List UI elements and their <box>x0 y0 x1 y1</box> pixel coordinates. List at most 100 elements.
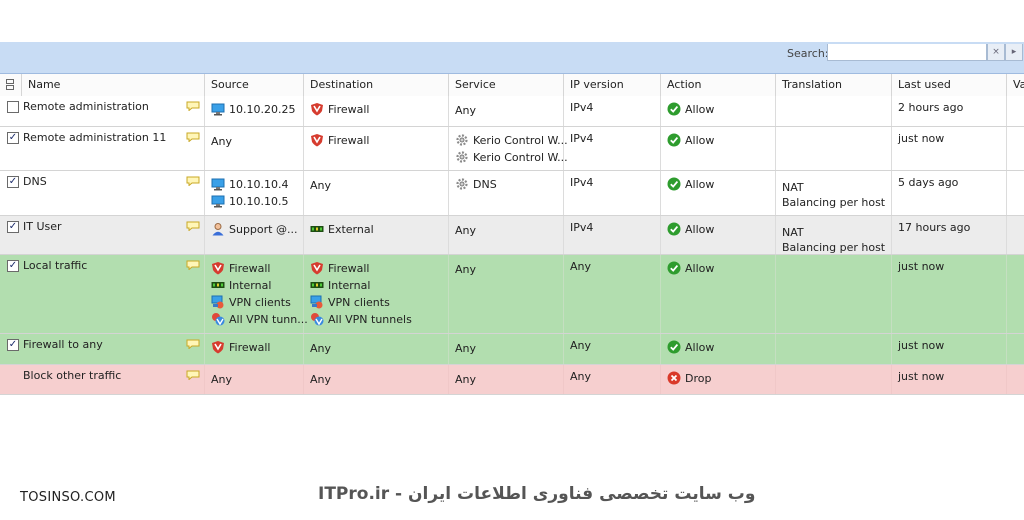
column-header-name[interactable]: Name <box>22 74 205 96</box>
translation-cell[interactable] <box>776 127 892 170</box>
source-cell[interactable]: Support @... <box>205 216 304 254</box>
destination-cell[interactable]: Firewall <box>304 96 449 126</box>
column-header-ip-version[interactable]: IP version <box>564 74 661 96</box>
action-cell[interactable]: Drop <box>661 365 776 394</box>
destination-cell[interactable]: Any <box>304 334 449 364</box>
ip-version-cell[interactable]: IPv4 <box>564 216 661 254</box>
source-item: Any <box>211 135 232 148</box>
source-cell[interactable]: Firewall <box>205 334 304 364</box>
translation-cell[interactable]: NAT Balancing per host <box>776 171 892 215</box>
search-input[interactable] <box>827 44 987 61</box>
destination-text: Any <box>310 179 332 192</box>
destination-cell[interactable]: External <box>304 216 449 254</box>
table-row[interactable]: Block other traffic Any Any Any Any Drop just … <box>0 365 1024 395</box>
action-item: Allow <box>667 177 714 191</box>
action-cell[interactable]: Allow <box>661 255 776 333</box>
rule-enabled-checkbox[interactable]: ✓ <box>7 339 19 351</box>
destination-cell[interactable]: Firewall Internal VPN clients All VPN tunne… <box>304 255 449 333</box>
service-cell[interactable]: Any <box>449 96 564 126</box>
table-row[interactable]: ✓ Local traffic Firewall Internal VPN client… <box>0 255 1024 334</box>
action-cell[interactable]: Allow <box>661 96 776 126</box>
translation-text: Balancing per host <box>782 241 886 254</box>
comment-note-icon[interactable] <box>186 339 200 352</box>
rule-name-cell[interactable]: Remote administration <box>0 96 205 126</box>
value-cell <box>1007 96 1024 126</box>
column-header-service[interactable]: Service <box>449 74 564 96</box>
translation-cell[interactable] <box>776 334 892 364</box>
search-clear-button[interactable]: × <box>987 44 1005 61</box>
vpn-clients-icon <box>211 295 225 309</box>
comment-note-icon[interactable] <box>186 260 200 273</box>
action-item: Allow <box>667 261 714 275</box>
comment-note-icon[interactable] <box>186 221 200 234</box>
source-text: 10.10.20.25 <box>229 102 296 116</box>
rule-name-cell[interactable]: Block other traffic <box>0 365 205 394</box>
column-header-destination[interactable]: Destination <box>304 74 449 96</box>
service-cell[interactable]: Any <box>449 216 564 254</box>
comment-note-icon[interactable] <box>186 132 200 145</box>
source-cell[interactable]: Any <box>205 365 304 394</box>
destination-cell[interactable]: Any <box>304 365 449 394</box>
service-cell[interactable]: DNS <box>449 171 564 215</box>
column-header-action[interactable]: Action <box>661 74 776 96</box>
comment-note-icon[interactable] <box>186 101 200 114</box>
rule-enabled-checkbox[interactable]: ✓ <box>7 221 19 233</box>
destination-cell[interactable]: Firewall <box>304 127 449 170</box>
column-chooser-icon[interactable] <box>0 74 22 96</box>
rule-enabled-checkbox[interactable]: ✓ <box>7 132 19 144</box>
action-cell[interactable]: Allow <box>661 334 776 364</box>
service-text: Any <box>455 263 477 276</box>
service-cell[interactable]: Any <box>449 255 564 333</box>
rule-name-cell[interactable]: ✓ DNS <box>0 171 205 215</box>
translation-cell[interactable]: NAT Balancing per host <box>776 216 892 254</box>
action-cell[interactable]: Allow <box>661 171 776 215</box>
rule-name-cell[interactable]: ✓ Local traffic <box>0 255 205 333</box>
service-cell[interactable]: Any <box>449 365 564 394</box>
value-cell <box>1007 171 1024 215</box>
source-cell[interactable]: 10.10.20.25 <box>205 96 304 126</box>
rule-name-cell[interactable]: ✓ IT User <box>0 216 205 254</box>
source-item: 10.10.10.4 <box>211 177 288 191</box>
rule-enabled-checkbox[interactable]: ✓ <box>7 260 19 272</box>
ip-version-cell[interactable]: Any <box>564 334 661 364</box>
rule-name-cell[interactable]: ✓ Remote administration 11 <box>0 127 205 170</box>
last-used-cell: 5 days ago <box>892 171 1007 215</box>
service-cell[interactable]: Kerio Control W... Kerio Control W... <box>449 127 568 170</box>
action-cell[interactable]: Allow <box>661 127 776 170</box>
table-row[interactable]: ✓ Remote administration 11 Any Firewall Keri… <box>0 127 1024 171</box>
source-cell[interactable]: Firewall Internal VPN clients All VPN tunn.… <box>205 255 308 333</box>
ip-version-cell[interactable]: IPv4 <box>564 171 661 215</box>
column-header-value[interactable]: Va <box>1007 74 1024 96</box>
rule-enabled-checkbox[interactable]: ✓ <box>7 176 19 188</box>
action-cell[interactable]: Allow <box>661 216 776 254</box>
ip-version-cell[interactable]: Any <box>564 255 661 333</box>
table-row[interactable]: ✓ DNS 10.10.10.4 10.10.10.5 Any DNS IPv4 Allow N… <box>0 171 1024 216</box>
source-cell[interactable]: 10.10.10.4 10.10.10.5 <box>205 171 304 215</box>
rule-name-text: Remote administration 11 <box>23 131 167 144</box>
rule-enabled-checkbox[interactable] <box>7 101 19 113</box>
translation-cell[interactable] <box>776 96 892 126</box>
destination-cell[interactable]: Any <box>304 171 449 215</box>
column-header-last-used[interactable]: Last used <box>892 74 1007 96</box>
column-header-translation[interactable]: Translation <box>776 74 892 96</box>
table-row[interactable]: ✓ Firewall to any Firewall Any Any Any Allow ju… <box>0 334 1024 365</box>
comment-note-icon[interactable] <box>186 176 200 189</box>
search-go-button[interactable]: ▸ <box>1005 44 1023 61</box>
value-cell <box>1007 255 1024 333</box>
table-row[interactable]: Remote administration 10.10.20.25 Firewall… <box>0 96 1024 127</box>
service-cell[interactable]: Any <box>449 334 564 364</box>
last-used-text: 17 hours ago <box>898 221 971 234</box>
column-header-source[interactable]: Source <box>205 74 304 96</box>
translation-cell[interactable] <box>776 365 892 394</box>
rule-name-cell[interactable]: ✓ Firewall to any <box>0 334 205 364</box>
ip-version-cell[interactable]: IPv4 <box>564 96 661 126</box>
ip-version-cell[interactable]: Any <box>564 365 661 394</box>
table-row[interactable]: ✓ IT User Support @... External Any IPv4 Allow… <box>0 216 1024 255</box>
translation-cell[interactable] <box>776 255 892 333</box>
comment-note-icon[interactable] <box>186 370 200 383</box>
destination-text: Any <box>310 373 332 386</box>
ip-version-cell[interactable]: IPv4 <box>564 127 661 170</box>
action-item: Allow <box>667 222 714 236</box>
source-cell[interactable]: Any <box>205 127 304 170</box>
destination-text: Firewall <box>328 133 370 147</box>
